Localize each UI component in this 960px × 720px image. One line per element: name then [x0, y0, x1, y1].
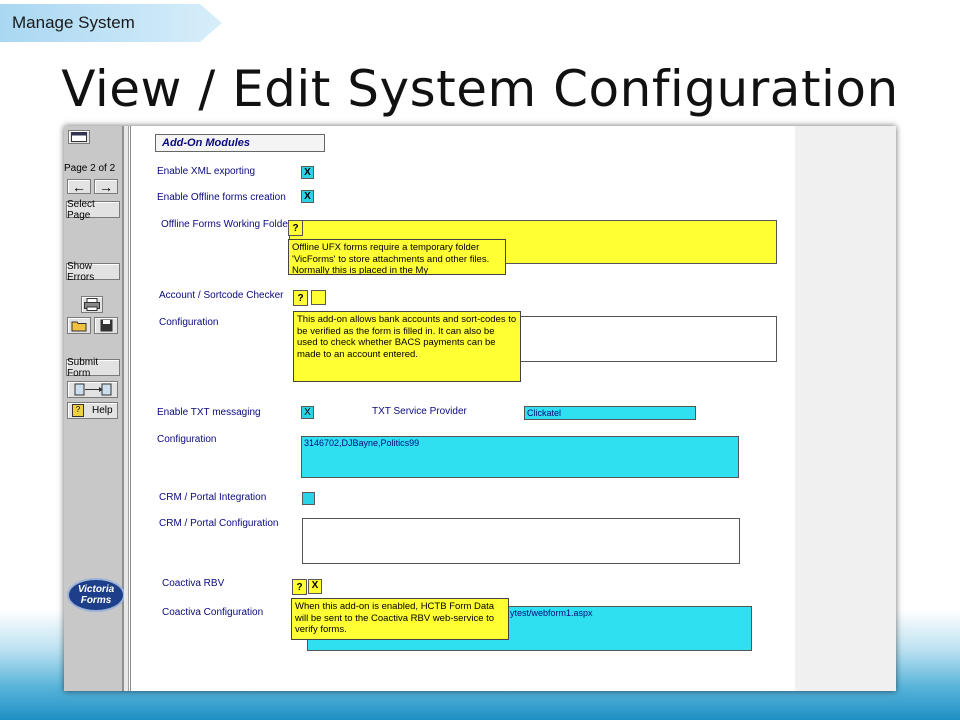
help-book-icon: ? [72, 404, 84, 417]
offline-folder-tooltip: Offline UFX forms require a temporary fo… [288, 239, 506, 275]
victoria-forms-logo: Victoria Forms [67, 578, 125, 612]
help-button-label: Help [92, 405, 113, 416]
arrow-left-icon: ← [72, 178, 86, 195]
crm-integration-label: CRM / Portal Integration [159, 492, 267, 503]
offline-forms-label: Enable Offline forms creation [157, 192, 286, 203]
coactiva-label: Coactiva RBV [162, 578, 225, 589]
help-button[interactable]: ? Help [67, 402, 118, 419]
breadcrumb: Manage System [0, 4, 222, 42]
offline-forms-checkbox[interactable]: X [301, 190, 314, 203]
account-checker-checkbox[interactable] [311, 290, 326, 305]
coactiva-checkbox[interactable]: X [308, 579, 322, 594]
txt-messaging-label: Enable TXT messaging [157, 407, 261, 418]
arrow-right-icon: → [99, 178, 113, 195]
account-checker-tooltip: This add-on allows bank accounts and sor… [293, 311, 521, 382]
account-config-input[interactable] [501, 316, 777, 362]
form-toolbar: Page 2 of 2 ← → Select Page Show Errors … [64, 126, 125, 691]
open-button[interactable] [67, 317, 91, 334]
submit-form-button[interactable]: Submit Form [66, 357, 120, 379]
offline-folder-help-icon[interactable]: ? [288, 220, 303, 236]
xml-export-checkbox[interactable]: X [301, 166, 314, 179]
export-button[interactable] [67, 381, 118, 398]
select-page-button[interactable]: Select Page [66, 199, 120, 221]
crm-config-input[interactable] [302, 518, 740, 564]
print-button[interactable] [81, 296, 103, 313]
crm-config-label: CRM / Portal Configuration [159, 518, 279, 529]
save-button[interactable] [94, 317, 118, 334]
page-indicator: Page 2 of 2 [64, 163, 116, 174]
next-page-button[interactable]: → [94, 178, 118, 195]
show-errors-button[interactable]: Show Errors [66, 261, 120, 283]
account-config-label: Configuration [159, 317, 219, 328]
account-checker-help-icon[interactable]: ? [293, 290, 308, 306]
coactiva-tooltip: When this add-on is enabled, HCTB Form D… [291, 598, 509, 640]
txt-config-label: Configuration [157, 434, 217, 445]
transfer-icon [74, 383, 111, 396]
logo-line1: Victoria [77, 584, 115, 595]
logo-line2: Forms [80, 595, 112, 606]
txt-messaging-checkbox[interactable]: X [301, 406, 314, 419]
crm-integration-checkbox[interactable] [302, 492, 315, 505]
form-canvas: Add-On Modules Enable XML exporting X En… [130, 126, 795, 691]
txt-provider-input[interactable]: Clickatel [524, 406, 696, 420]
coactiva-help-icon[interactable]: ? [292, 579, 307, 595]
txt-config-input[interactable]: 3146702,DJBayne,Politics99 [301, 436, 739, 478]
right-pane [794, 126, 896, 691]
app-window: Page 2 of 2 ← → Select Page Show Errors … [64, 126, 896, 691]
section-title: Add-On Modules [155, 134, 325, 152]
breadcrumb-label: Manage System [12, 13, 135, 32]
printer-icon [84, 298, 100, 311]
offline-folder-label: Offline Forms Working Folde [161, 219, 288, 230]
coactiva-config-label: Coactiva Configuration [162, 607, 264, 618]
page-title: View / Edit System Configuration [61, 60, 899, 118]
folder-icon [71, 321, 87, 331]
prev-page-button[interactable]: ← [67, 178, 91, 195]
toolbar-divider [124, 126, 129, 691]
txt-provider-label: TXT Service Provider [372, 406, 467, 417]
xml-export-label: Enable XML exporting [157, 166, 256, 177]
account-checker-label: Account / Sortcode Checker [159, 290, 284, 301]
window-icon[interactable] [68, 130, 90, 144]
floppy-icon [100, 319, 112, 332]
